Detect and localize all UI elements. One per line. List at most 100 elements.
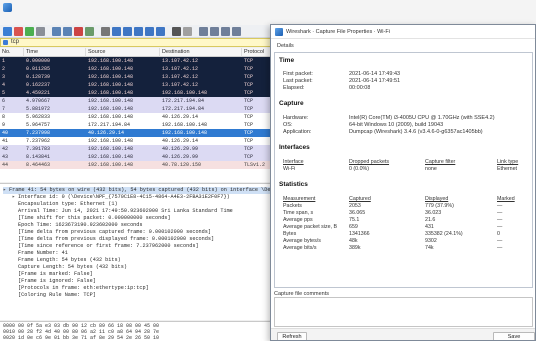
packet-row[interactable]: 7 5.881972 192.168.100.148 172.217.194.84 TC… [0,105,280,113]
zoom-in-icon[interactable] [199,27,208,36]
dialog-footer: Refresh Save Comments [271,328,535,340]
column-header-time[interactable]: Time [24,48,86,57]
detail-tree-item[interactable]: Encapsulation type: Ethernet (1) [12,201,118,208]
zoom-reset-icon[interactable] [221,27,230,36]
wireshark-fin-icon [3,3,12,12]
packet-row[interactable]: 41 7.237962 192.168.100.148 40.126.29.14 TCP [0,137,280,145]
packet-destination: 13.107.42.12 [162,74,199,80]
detail-tree-item[interactable]: [Time delta from previous captured frame… [12,229,211,236]
displayed-cell: 779 (37.9%) [425,203,454,209]
capture-filter-value: none [425,166,437,172]
last-packet-value: 2021-06-14 17:49:51 [349,78,401,84]
packet-source: 172.217.194.84 [88,122,131,128]
stop-icon[interactable] [14,27,23,36]
packet-destination: 40.126.29.14 [162,138,199,144]
display-filter-bar[interactable]: tcp [0,38,280,47]
packet-row[interactable]: 8 5.962833 192.168.100.148 40.126.29.14 TCP [0,113,280,121]
packet-destination: 172.217.194.84 [162,106,205,112]
resize-columns-icon[interactable] [232,27,241,36]
measurement-cell: Bytes [283,231,297,237]
column-header-no[interactable]: No. [0,48,24,57]
display-filter-input[interactable]: tcp [11,39,19,45]
packet-list-pane[interactable]: No. Time Source Destination Protocol 1 0.… [0,48,280,182]
refresh-button[interactable]: Refresh [277,332,307,340]
packet-no: 5 [2,90,6,96]
capture-filter-col-header: Capture filter [425,159,456,165]
go-to-icon[interactable] [134,27,143,36]
packet-destination: 40.78.120.150 [162,162,202,168]
packet-details-pane[interactable]: ▸ Frame 41: 54 bytes on wire (432 bits), … [0,183,280,320]
packet-row[interactable]: 42 7.391783 192.168.100.148 40.126.29.99 TCP [0,145,280,153]
forward-icon[interactable] [123,27,132,36]
statistics-heading: Statistics [279,181,308,188]
detail-tree-text: [Time delta from previous displayed fram… [18,236,215,242]
shark-fin-start-icon[interactable] [3,27,12,36]
find-icon[interactable] [101,27,110,36]
packet-row[interactable]: 4 0.162237 192.168.100.148 13.107.42.12 TCP [0,81,280,89]
detail-tree-item[interactable]: Arrival Time: Jun 14, 2021 17:49:50.9236… [12,208,233,215]
elapsed-value: 00:00:08 [349,85,371,91]
displayed-cell: 431 [425,224,434,230]
packet-row[interactable]: 2 0.011285 192.168.100.148 13.107.42.12 TCP [0,65,280,73]
filter-bookmark-icon[interactable] [3,40,8,45]
packet-destination: 40.126.29.14 [162,114,199,120]
application-key: Application: [283,129,312,135]
packet-row[interactable]: 40 7.237998 40.126.29.14 192.168.100.148 TCP [0,129,280,137]
save-icon[interactable] [63,27,72,36]
detail-tree-item[interactable]: [Time delta from previous displayed fram… [12,236,214,243]
packet-source: 192.168.100.148 [88,154,134,160]
detail-tree-item[interactable]: Epoch Time: 1623673190.923602000 seconds [12,222,143,229]
detail-tree-item[interactable]: Frame Length: 54 bytes (432 bits) [12,257,121,264]
hardware-value: Intel(R) Core(TM) i3-4005U CPU @ 1.70GHz… [349,115,495,121]
packet-row[interactable]: 9 5.964757 172.217.194.84 192.168.100.148 TC… [0,121,280,129]
packet-row[interactable]: 5 4.459221 192.168.100.148 192.168.100.148 T… [0,89,280,97]
first-packet-icon[interactable] [145,27,154,36]
close-file-icon[interactable] [74,27,83,36]
zoom-out-icon[interactable] [210,27,219,36]
column-header-source[interactable]: Source [86,48,160,57]
detail-tree-item[interactable]: [Frame is marked: False] [12,271,93,278]
packet-no: 9 [2,122,6,128]
save-comments-button[interactable]: Save Comments [493,332,535,340]
packet-row[interactable]: 1 0.000000 192.168.100.148 13.107.42.12 TCP [0,57,280,65]
link-type-value: Ethernet [497,166,518,172]
packet-bytes-pane[interactable]: 0000 00 0f 5a e3 03 db 90 12 cb 89 66 18… [0,321,280,341]
interface-col-header: Interface [283,159,304,165]
last-packet-icon[interactable] [156,27,165,36]
captured-cell: 1341366 [349,231,370,237]
open-file-icon[interactable] [52,27,61,36]
displayed-cell: 21.6 [425,217,436,223]
measurement-cell: Average pps [283,217,313,223]
detail-tree-item[interactable]: ▸ Frame 41: 54 bytes on wire (432 bits), … [3,187,280,194]
packet-source: 192.168.100.148 [88,106,134,112]
measurement-cell: Average packet size, B [283,224,338,230]
detail-tree-item[interactable]: [Time since reference or first frame: 7.… [12,243,199,250]
interface-value: Wi-Fi [283,166,296,172]
packet-destination: 40.126.29.99 [162,146,199,152]
packet-row[interactable]: 3 0.128739 192.168.100.148 13.107.42.12 TCP [0,73,280,81]
detail-tree-item[interactable]: Capture Length: 54 bytes (432 bits) [12,264,127,271]
autoscroll-icon[interactable] [172,27,181,36]
packet-source: 192.168.100.148 [88,98,134,104]
back-icon[interactable] [112,27,121,36]
detail-tree-item[interactable]: [Protocols in frame: eth:ethertype:ip:tc… [12,285,149,292]
colorize-icon[interactable] [183,27,192,36]
detail-tree-text: [Time since reference or first frame: 7.… [18,243,199,249]
reload-icon[interactable] [85,27,94,36]
capture-comments-textarea[interactable] [274,297,533,327]
packet-row[interactable]: 6 4.970667 192.168.100.148 172.217.194.84 TC… [0,97,280,105]
dropped-value: 0 (0.0%) [349,166,370,172]
packet-row[interactable]: 44 8.464463 192.168.100.148 40.78.120.150 TL… [0,161,280,169]
detail-tree-item[interactable]: [Coloring Rule Name: TCP] [12,292,96,299]
column-header-destination[interactable]: Destination [160,48,242,57]
restart-icon[interactable] [25,27,34,36]
detail-tree-item[interactable]: [Time shift for this packet: 0.000000000… [12,215,171,222]
packet-destination: 192.168.100.148 [162,130,208,136]
options-icon[interactable] [36,27,45,36]
packet-row[interactable]: 43 8.143841 192.168.100.148 40.126.29.99 TCP [0,153,280,161]
detail-tree-item[interactable]: ▸ Interface id: 0 (\Device\NPF_{7570C1E8-… [12,194,230,201]
marked-cell: — [497,224,503,230]
packet-time: 4.970667 [26,98,51,104]
detail-tree-item[interactable]: [Frame is ignored: False] [12,278,96,285]
detail-tree-item[interactable]: Frame Number: 41 [12,250,68,257]
